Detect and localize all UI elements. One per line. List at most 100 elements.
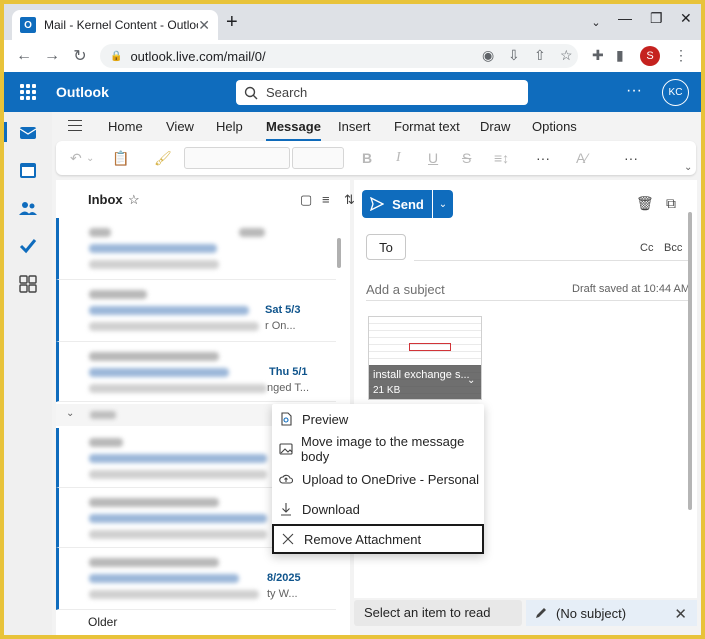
bold-icon[interactable]: B <box>362 150 372 166</box>
window-close-icon[interactable]: ✕ <box>680 10 692 27</box>
message-row[interactable] <box>56 218 336 280</box>
to-field[interactable] <box>414 260 688 261</box>
search-placeholder: Search <box>266 85 308 100</box>
blurred-preview <box>89 384 267 393</box>
back-arrow-icon[interactable]: ← <box>10 47 38 65</box>
todo-check-icon[interactable] <box>18 236 38 256</box>
forward-arrow-icon[interactable]: → <box>38 47 66 65</box>
attachment-chevron-icon[interactable]: ⌄ <box>467 375 475 386</box>
ribbon-collapse-chevron-icon[interactable]: ⌄ <box>684 162 692 173</box>
strikethrough-icon[interactable]: S <box>462 150 471 166</box>
menu-item-move-image[interactable]: Move image to the message body <box>272 434 484 464</box>
undo-chevron-icon[interactable]: ⌄ <box>86 153 94 164</box>
message-row[interactable]: Sat 5/3 r On... <box>56 280 336 342</box>
menu-item-remove-attachment[interactable]: Remove Attachment <box>272 524 484 554</box>
tab-title: Mail - Kernel Content - Outlook <box>44 18 199 32</box>
ribbon-tabs: Home View Help Message Insert Format tex… <box>52 112 701 141</box>
pop-out-icon[interactable]: ⧉ <box>666 195 676 212</box>
bookmark-star-icon[interactable]: ☆ <box>560 47 573 64</box>
select-item-tab[interactable]: Select an item to read <box>354 600 522 626</box>
send-button[interactable]: Send <box>362 190 432 218</box>
compose-scrollbar[interactable] <box>688 212 692 510</box>
more-formatting-icon[interactable]: ··· <box>536 150 550 166</box>
blurred-group-label <box>90 411 116 419</box>
attachment-name: install exchange s... <box>373 369 470 381</box>
close-draft-icon[interactable]: ✕ <box>674 605 687 623</box>
share-icon[interactable]: ⇧ <box>534 47 546 64</box>
people-icon[interactable] <box>18 198 38 218</box>
to-button[interactable]: To <box>366 234 406 260</box>
font-size-field[interactable] <box>292 147 344 169</box>
undo-icon[interactable]: ↶ <box>70 150 82 167</box>
blurred-preview <box>89 260 219 269</box>
blurred-subject <box>89 244 217 253</box>
tab-format-text[interactable]: Format text <box>394 119 460 134</box>
tab-draw[interactable]: Draw <box>480 119 510 134</box>
subject-input[interactable]: Add a subject <box>366 282 445 297</box>
favorite-star-icon[interactable]: ☆ <box>128 192 140 208</box>
line-spacing-icon[interactable]: ≡↕ <box>494 150 509 166</box>
message-row[interactable]: Thu 5/1 nged T... <box>56 342 336 402</box>
blurred-subject <box>89 368 229 377</box>
url-field[interactable]: 🔒 outlook.live.com/mail/0/ <box>100 44 578 68</box>
send-label: Send <box>392 196 424 212</box>
tab-insert[interactable]: Insert <box>338 119 371 134</box>
select-mode-icon[interactable]: ▢ <box>300 192 312 208</box>
minimize-icon[interactable]: — <box>618 10 632 26</box>
mail-icon[interactable] <box>18 122 38 142</box>
styles-icon[interactable]: A⁄ <box>576 150 588 166</box>
message-preview-tail: ty W... <box>267 588 298 600</box>
reload-icon[interactable]: ↻ <box>66 46 94 66</box>
font-name-field[interactable] <box>184 147 290 169</box>
tab-view[interactable]: View <box>166 119 194 134</box>
filter-icon[interactable]: ≡ <box>322 192 330 207</box>
send-options-chevron-icon[interactable]: ⌄ <box>433 190 453 218</box>
message-row[interactable]: 8/2025 ty W... <box>56 548 336 610</box>
preview-icon <box>278 411 294 427</box>
underline-icon[interactable]: U <box>428 150 438 166</box>
calendar-icon[interactable] <box>18 160 38 180</box>
format-painter-icon[interactable]: 🖌 <box>154 150 172 167</box>
tab-close-icon[interactable]: ✕ <box>198 17 210 34</box>
italic-icon[interactable]: I <box>396 150 401 166</box>
browser-menu-icon[interactable]: ⋮ <box>674 47 688 64</box>
side-panel-icon[interactable]: ▮ <box>616 47 624 64</box>
hamburger-menu-icon[interactable] <box>68 120 82 131</box>
app-launcher-icon[interactable] <box>20 84 36 100</box>
paste-clipboard-icon[interactable]: 📋 <box>112 150 129 167</box>
list-scrollbar[interactable] <box>337 238 341 268</box>
eye-icon[interactable]: ◉ <box>482 47 494 64</box>
older-group-label[interactable]: Older <box>88 615 117 629</box>
menu-item-upload-onedrive[interactable]: Upload to OneDrive - Personal <box>272 464 484 494</box>
search-icon <box>244 86 258 99</box>
browser-tab-outlook[interactable]: O Mail - Kernel Content - Outlook ✕ <box>12 10 218 40</box>
attachment-card[interactable]: install exchange s... 21 KB ⌄ <box>368 316 482 400</box>
menu-item-label: Download <box>302 501 360 517</box>
rail-selection-indicator <box>4 122 7 142</box>
url-text: outlook.live.com/mail/0/ <box>130 48 266 64</box>
bcc-link[interactable]: Bcc <box>664 242 682 254</box>
more-toolbar-icon[interactable]: ··· <box>624 150 638 166</box>
tab-options[interactable]: Options <box>532 119 577 134</box>
more-options-icon[interactable]: ··· <box>626 82 642 100</box>
cc-link[interactable]: Cc <box>640 242 653 254</box>
discard-trash-icon[interactable]: 🗑 <box>636 195 654 212</box>
account-avatar[interactable]: KC <box>662 79 689 106</box>
tab-home[interactable]: Home <box>108 119 143 134</box>
apps-icon[interactable] <box>18 274 38 294</box>
draft-tab[interactable]: (No subject) ✕ <box>526 600 697 626</box>
blurred-sender <box>89 290 147 299</box>
maximize-icon[interactable]: ❐ <box>650 10 663 27</box>
profile-avatar[interactable]: S <box>640 46 660 66</box>
tab-search-chevron-icon[interactable]: ⌄ <box>586 16 606 36</box>
tab-message[interactable]: Message <box>266 119 321 141</box>
extensions-puzzle-icon[interactable]: ✚ <box>592 47 604 64</box>
menu-item-download[interactable]: Download <box>272 494 484 524</box>
search-input[interactable]: Search <box>236 80 528 105</box>
tab-help[interactable]: Help <box>216 119 243 134</box>
install-app-icon[interactable]: ⇩ <box>508 47 520 64</box>
blurred-sender <box>89 558 219 567</box>
new-tab-icon[interactable]: + <box>226 12 238 32</box>
app-brand[interactable]: Outlook <box>56 84 109 100</box>
menu-item-preview[interactable]: Preview <box>272 404 484 434</box>
